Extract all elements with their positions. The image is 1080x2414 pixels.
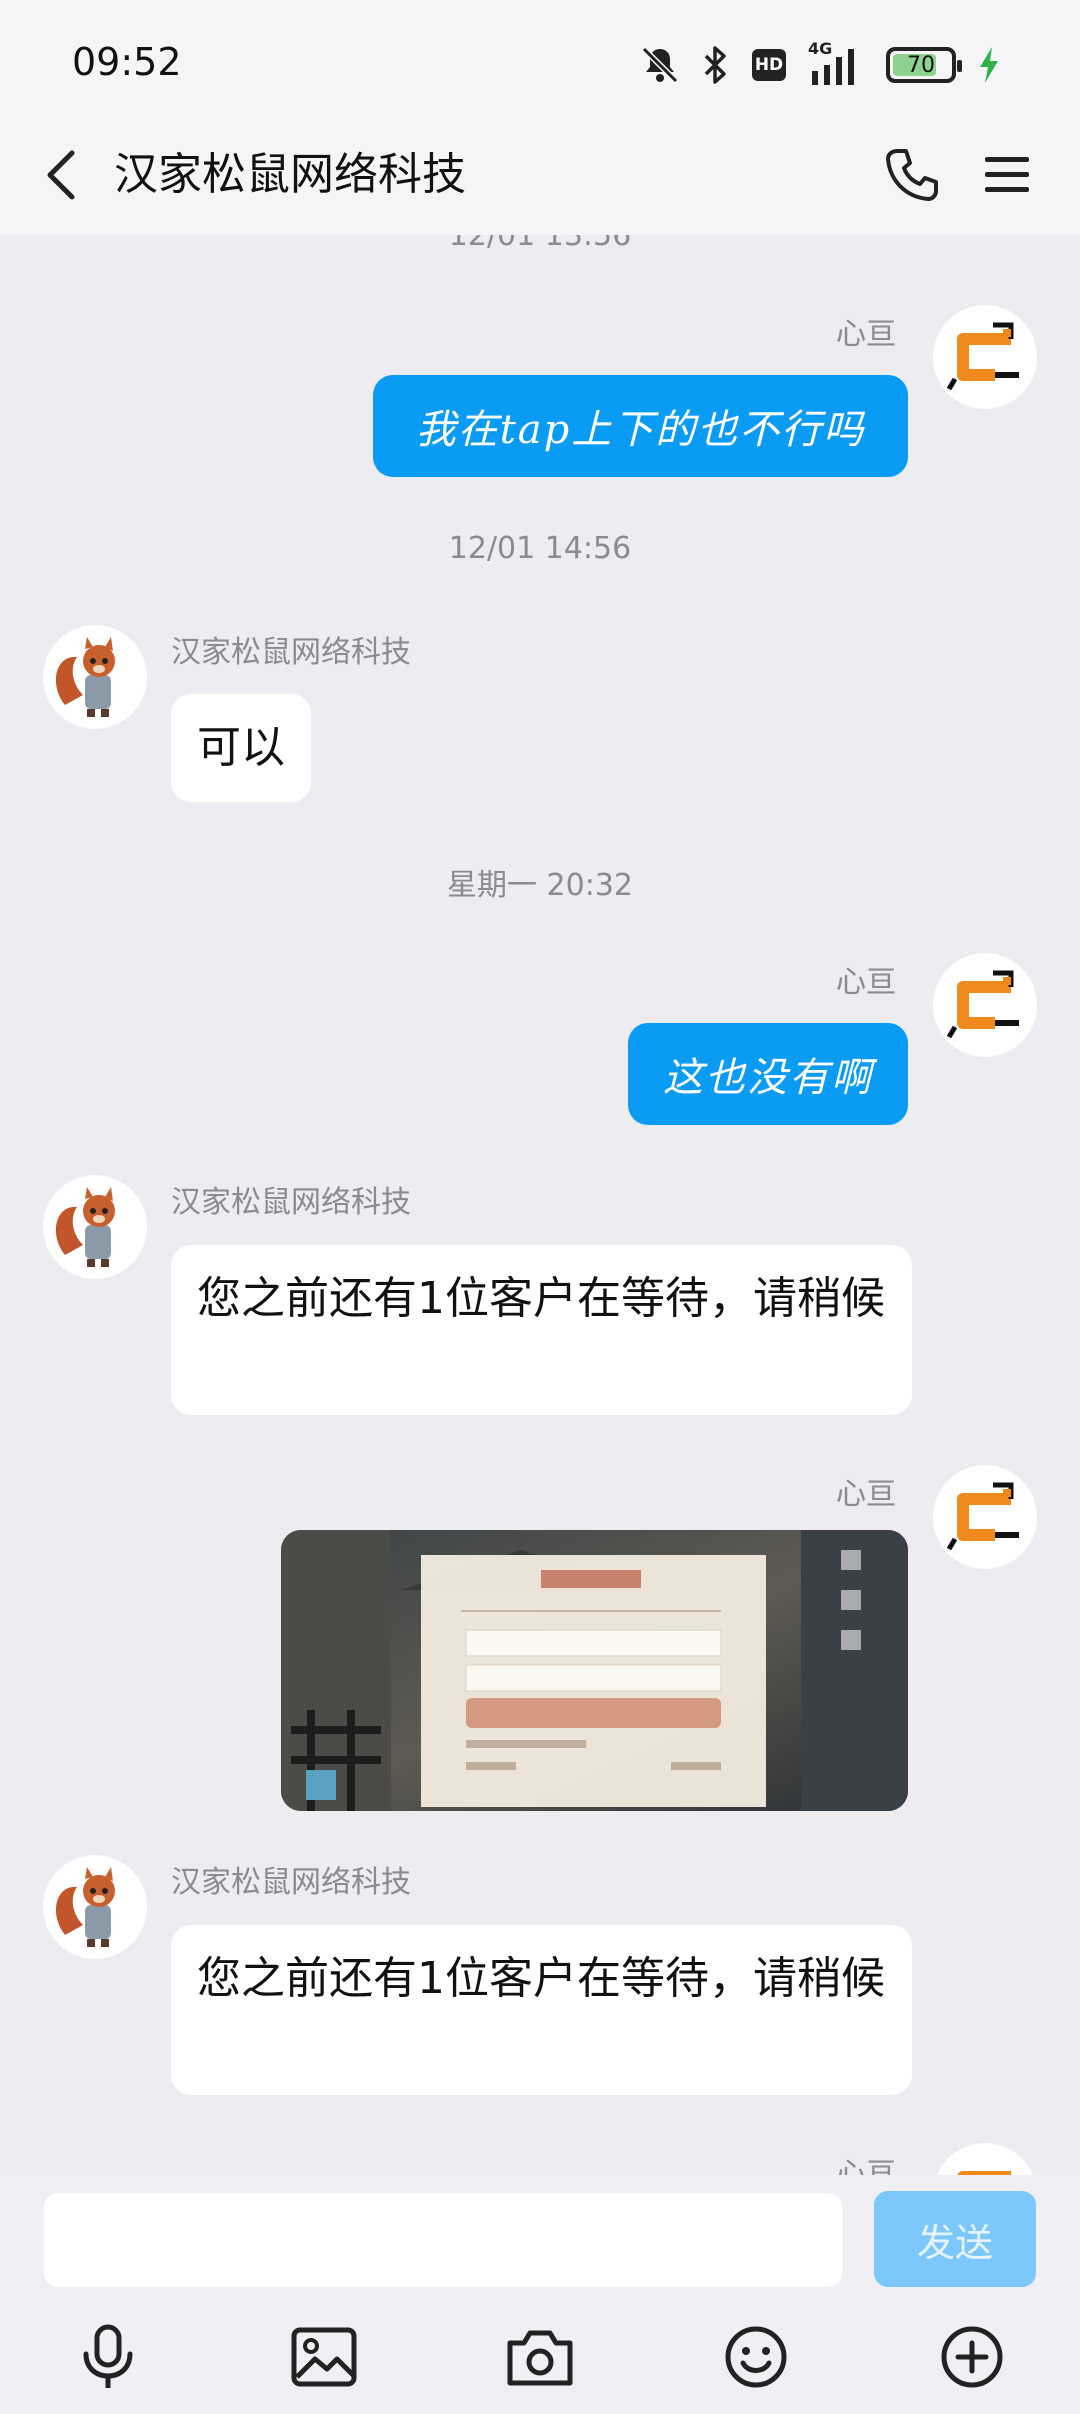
timestamp: 星期一 20:32 bbox=[447, 868, 633, 903]
battery-level: 70 bbox=[907, 52, 935, 78]
emoji-button[interactable] bbox=[716, 2317, 796, 2397]
user-avatar-logo-icon bbox=[933, 953, 1037, 1057]
timestamp: 12/01 13:56 bbox=[448, 235, 632, 253]
sender-name: 心亘 bbox=[836, 2157, 896, 2175]
menu-button[interactable] bbox=[975, 130, 1039, 220]
status-bar: 09:52 HD 4G 70 bbox=[0, 0, 1080, 130]
avatar-merchant[interactable] bbox=[43, 1175, 147, 1279]
avatar-merchant[interactable] bbox=[43, 1855, 147, 1959]
call-button[interactable] bbox=[880, 130, 944, 220]
message-text: 可以 bbox=[197, 722, 285, 773]
image-button[interactable] bbox=[284, 2317, 364, 2397]
screenshot-thumbnail bbox=[281, 1530, 908, 1811]
sender-name: 心亘 bbox=[836, 965, 896, 1000]
timestamp: 12/01 14:56 bbox=[448, 531, 632, 566]
avatar-self[interactable] bbox=[933, 2143, 1037, 2175]
sender-name: 汉家松鼠网络科技 bbox=[171, 1185, 411, 1220]
chat-message-list[interactable]: 12/01 13:56 心亘 我在tap上下的也不行吗 12/01 14:56 bbox=[0, 235, 1080, 2175]
message-input-bar: 发送 bbox=[0, 2175, 1080, 2295]
avatar-merchant[interactable] bbox=[43, 625, 147, 729]
chevron-left-icon bbox=[47, 150, 75, 200]
message-text: 您之前还有1位客户在等待，请稍候 bbox=[197, 1273, 885, 1324]
message-bubble-outgoing[interactable]: 我在tap上下的也不行吗 bbox=[373, 375, 908, 477]
title-bar: 汉家松鼠网络科技 bbox=[0, 130, 1080, 235]
battery-icon: 70 bbox=[886, 47, 962, 83]
hamburger-menu-icon bbox=[985, 157, 1029, 192]
hd-icon: HD bbox=[752, 49, 786, 81]
user-avatar-logo-icon bbox=[933, 305, 1037, 409]
message-bubble-outgoing[interactable]: 这也没有啊 bbox=[628, 1023, 908, 1125]
message-bubble-incoming[interactable]: 您之前还有1位客户在等待，请稍候 bbox=[171, 1925, 912, 2095]
message-input[interactable] bbox=[44, 2193, 842, 2287]
plus-icon bbox=[941, 2326, 1003, 2388]
sender-name: 汉家松鼠网络科技 bbox=[171, 1865, 411, 1900]
status-time: 09:52 bbox=[72, 40, 182, 84]
4g-signal-icon: 4G bbox=[808, 39, 864, 85]
voice-button[interactable] bbox=[68, 2317, 148, 2397]
message-text: 这也没有啊 bbox=[663, 1055, 873, 1101]
sender-name: 汉家松鼠网络科技 bbox=[171, 635, 411, 670]
input-toolbar bbox=[0, 2295, 1080, 2414]
send-button[interactable]: 发送 bbox=[874, 2191, 1036, 2287]
sender-name: 心亘 bbox=[836, 1477, 896, 1512]
back-button[interactable] bbox=[30, 130, 90, 220]
avatar-self[interactable] bbox=[933, 953, 1037, 1057]
chat-title: 汉家松鼠网络科技 bbox=[114, 149, 466, 200]
image-icon bbox=[291, 2327, 357, 2387]
phone-icon bbox=[886, 149, 938, 201]
network-type-label: 4G bbox=[808, 39, 833, 58]
camera-button[interactable] bbox=[500, 2317, 580, 2397]
message-bubble-incoming[interactable]: 可以 bbox=[171, 694, 311, 802]
user-avatar-logo-icon bbox=[937, 2143, 1033, 2175]
avatar-self[interactable] bbox=[933, 305, 1037, 409]
more-button[interactable] bbox=[932, 2317, 1012, 2397]
user-avatar-logo-icon bbox=[933, 1465, 1037, 1569]
message-bubble-incoming[interactable]: 您之前还有1位客户在等待，请稍候 bbox=[171, 1245, 912, 1415]
squirrel-avatar-icon bbox=[43, 625, 147, 729]
avatar-self[interactable] bbox=[933, 1465, 1037, 1569]
sender-name: 心亘 bbox=[836, 317, 896, 352]
bluetooth-icon bbox=[704, 46, 726, 84]
image-message-game-login-screenshot[interactable] bbox=[281, 1530, 908, 1811]
mute-bell-icon bbox=[641, 46, 679, 84]
squirrel-avatar-icon bbox=[43, 1175, 147, 1279]
camera-icon bbox=[507, 2330, 573, 2386]
message-text: 我在tap上下的也不行吗 bbox=[415, 407, 866, 453]
squirrel-avatar-icon bbox=[43, 1855, 147, 1959]
charging-icon bbox=[980, 47, 998, 83]
status-icons: HD 4G 70 bbox=[640, 39, 1000, 90]
message-text: 您之前还有1位客户在等待，请稍候 bbox=[197, 1953, 885, 2004]
emoji-icon bbox=[725, 2326, 787, 2388]
microphone-icon bbox=[83, 2324, 133, 2388]
